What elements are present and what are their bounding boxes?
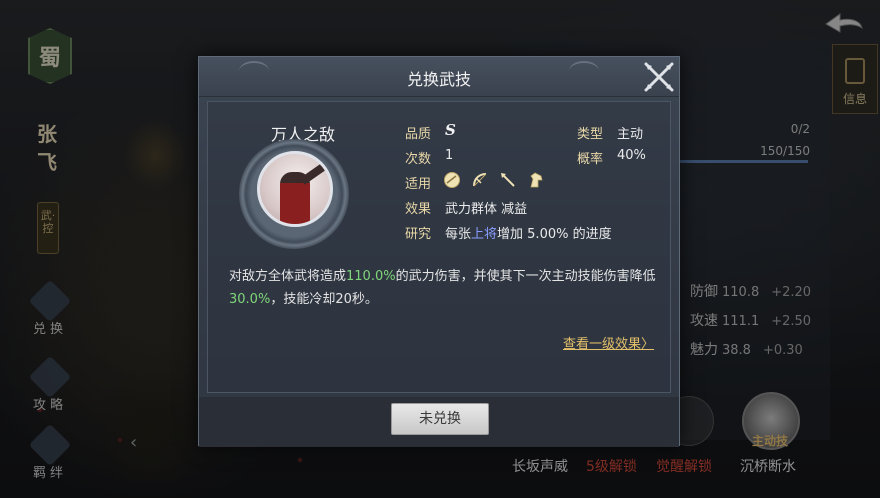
skill-portrait: [257, 151, 333, 227]
type-value: 主动: [617, 127, 644, 142]
research-highlight: 上将: [471, 227, 498, 242]
uses-label: 次数: [405, 152, 432, 167]
desc-number: 110.0%: [346, 269, 396, 284]
applies-label: 适用: [405, 177, 432, 192]
spear-icon: [499, 171, 517, 189]
shield-icon: [443, 171, 461, 189]
type-label: 类型: [577, 127, 604, 142]
dialog-header: 兑换武技: [199, 57, 679, 97]
desc-text: ，技能冷却20秒。: [270, 292, 378, 307]
uses-value: 1: [445, 148, 454, 163]
research-prefix: 每张: [445, 227, 472, 242]
desc-text: 的武力伤害，并使其下一次主动技能伤害降低: [395, 269, 656, 284]
view-level1-effect-link[interactable]: 查看一级效果〉: [563, 333, 654, 352]
dialog-title: 兑换武技: [406, 70, 471, 89]
quality-value: S: [445, 121, 456, 139]
effect-label: 效果: [405, 202, 432, 217]
horse-icon: [527, 171, 545, 189]
rate-value: 40%: [617, 148, 646, 163]
research-label: 研究: [405, 227, 432, 242]
portrait-arm: [300, 163, 326, 185]
bow-icon: [471, 171, 489, 189]
research-suffix: 增加 5.00% 的进度: [497, 227, 612, 242]
quality-label: 品质: [405, 127, 432, 142]
desc-text: 对敌方全体武将造成: [229, 269, 347, 284]
skill-description: 对敌方全体武将造成110.0%的武力伤害，并使其下一次主动技能伤害降低 30.0%…: [229, 265, 659, 311]
applicable-units: [443, 171, 545, 189]
close-button[interactable]: [639, 57, 679, 97]
rate-label: 概率: [577, 152, 604, 167]
desc-number: 30.0%: [229, 292, 271, 307]
exchange-skill-dialog: 兑换武技 万人之敌 品质 S 类型 主动 次数 1 概率 40% 适用 效果 武…: [198, 56, 680, 447]
research-value: 每张上将增加 5.00% 的进度: [445, 223, 612, 242]
not-exchanged-button[interactable]: 未兑换: [391, 403, 489, 435]
close-icon: [644, 62, 674, 92]
effect-value: 武力群体 减益: [445, 202, 528, 217]
